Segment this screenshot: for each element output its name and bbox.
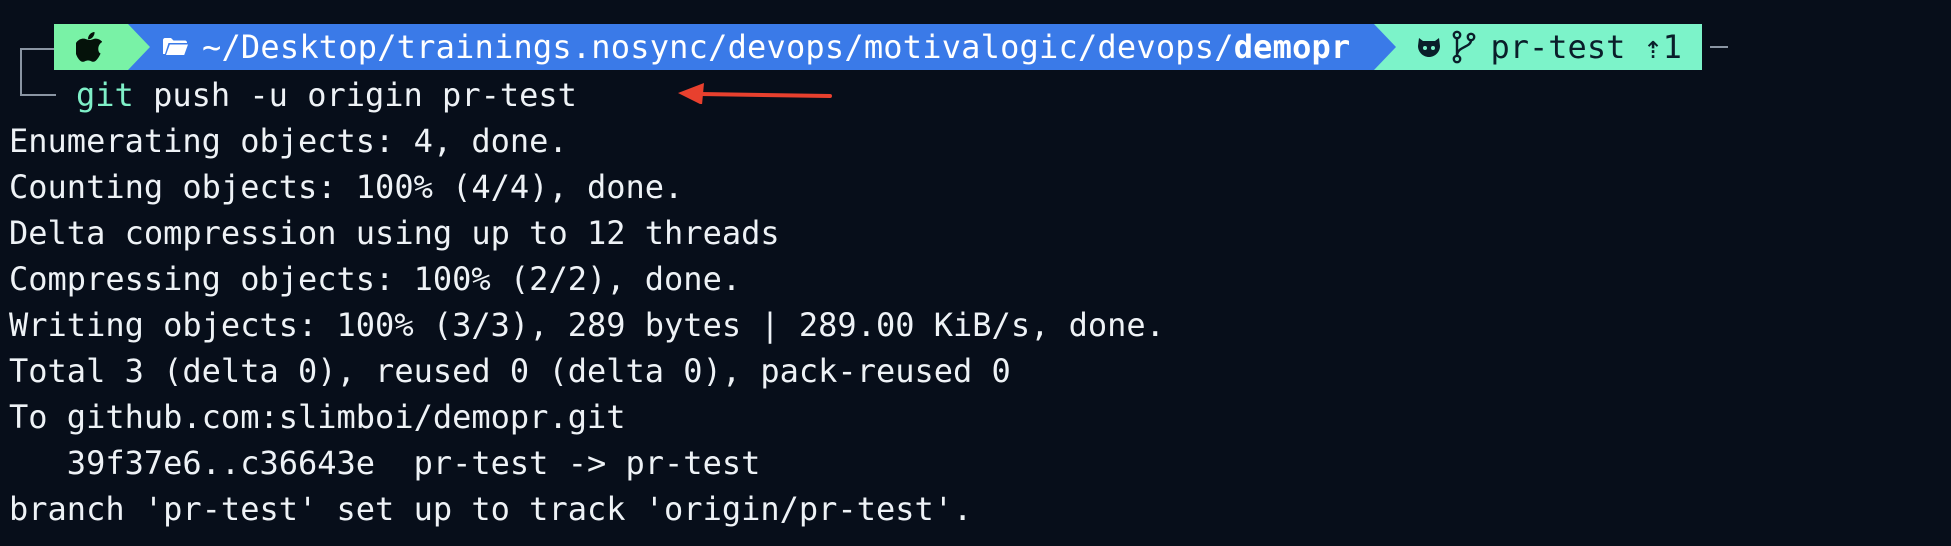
segment-separator (1374, 24, 1397, 70)
apple-icon (76, 32, 102, 62)
segment-separator (128, 24, 150, 70)
output-line: Compressing objects: 100% (2/2), done. (9, 260, 742, 298)
output-line: To github.com:slimboi/demopr.git (9, 398, 626, 436)
output-line: Delta compression using up to 12 threads (9, 214, 780, 252)
command-args: push -u origin pr-test (133, 76, 577, 114)
output-line: branch 'pr-test' set up to track 'origin… (9, 490, 973, 528)
command-line[interactable]: git push -u origin pr-test (76, 72, 577, 118)
branch-name: pr-test (1490, 28, 1626, 66)
current-path-prefix: ~/Desktop/trainings.nosync/devops/motiva… (202, 28, 1234, 66)
annotation-arrow (678, 83, 832, 104)
ahead-count: ⇡1 (1643, 28, 1682, 66)
prompt-frame-right (1709, 46, 1728, 48)
prompt-frame-bottom (20, 94, 56, 96)
folder-icon (162, 37, 188, 57)
output-line: Counting objects: 100% (4/4), done. (9, 168, 684, 206)
output-line: Total 3 (delta 0), reused 0 (delta 0), p… (9, 352, 1011, 390)
command-output: Enumerating objects: 4, done. Counting o… (9, 118, 1165, 532)
current-directory: demopr (1233, 28, 1351, 66)
git-branch-icon (1452, 30, 1476, 64)
git-segment: pr-test ⇡1 (1374, 24, 1702, 70)
command-program: git (76, 76, 134, 114)
path-segment: ~/Desktop/trainings.nosync/devops/motiva… (128, 24, 1397, 70)
prompt-bar: ~/Desktop/trainings.nosync/devops/motiva… (20, 22, 1728, 72)
output-line: Enumerating objects: 4, done. (9, 122, 568, 160)
os-segment (54, 24, 150, 70)
output-line: 39f37e6..c36643e pr-test -> pr-test (9, 444, 761, 482)
github-icon (1416, 35, 1442, 59)
output-line: Writing objects: 100% (3/3), 289 bytes |… (9, 306, 1165, 344)
